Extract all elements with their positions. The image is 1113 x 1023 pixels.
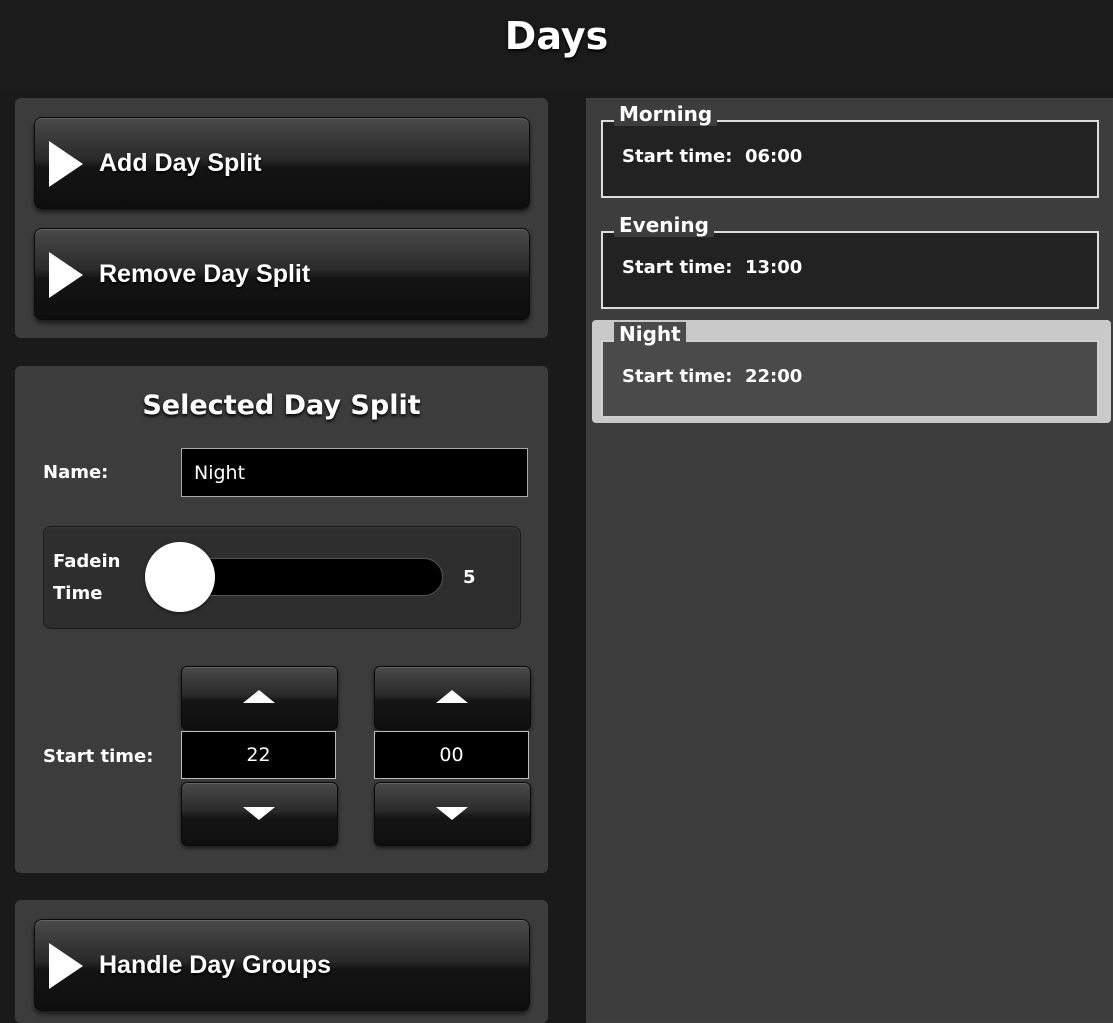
day-split-start: Start time: 13:00 <box>622 257 802 278</box>
add-day-split-label: Add Day Split <box>99 149 262 177</box>
day-split-start-value: 06:00 <box>744 146 803 167</box>
day-split-start-value: 13:00 <box>744 257 803 278</box>
name-input[interactable] <box>181 448 528 497</box>
play-triangle-icon <box>49 252 83 298</box>
remove-day-split-label: Remove Day Split <box>99 260 311 288</box>
selected-day-split-title: Selected Day Split <box>142 390 421 421</box>
day-split-start: Start time: 22:00 <box>622 366 802 387</box>
play-triangle-icon <box>49 943 83 989</box>
minute-value[interactable]: 00 <box>374 731 529 779</box>
day-split-start: Start time: 06:00 <box>622 146 802 167</box>
play-triangle-icon <box>49 141 83 187</box>
fadein-slider-knob[interactable] <box>145 542 215 612</box>
day-split-item-morning[interactable]: Morning Start time: 06:00 <box>592 100 1111 203</box>
hour-value[interactable]: 22 <box>181 731 336 779</box>
triangle-up-icon <box>243 690 275 703</box>
triangle-down-icon <box>436 807 468 820</box>
header-bar: Days <box>0 0 1113 90</box>
day-split-start-label: Start time: <box>622 366 733 387</box>
start-time-label: Start time: <box>43 746 154 767</box>
fadein-value: 5 <box>463 567 476 588</box>
minute-down-button[interactable] <box>374 782 531 846</box>
hour-down-button[interactable] <box>181 782 338 846</box>
day-split-name: Night <box>614 322 686 346</box>
minute-up-button[interactable] <box>374 666 531 730</box>
day-split-name: Evening <box>614 213 714 237</box>
hour-up-button[interactable] <box>181 666 338 730</box>
day-split-name: Morning <box>614 102 718 126</box>
fadein-label-line1: Fadein <box>53 551 121 572</box>
day-split-start-value: 22:00 <box>744 366 803 387</box>
day-split-start-label: Start time: <box>622 146 733 167</box>
day-split-item-evening[interactable]: Evening Start time: 13:00 <box>592 211 1111 314</box>
add-day-split-button[interactable]: Add Day Split <box>34 117 530 209</box>
remove-day-split-button[interactable]: Remove Day Split <box>34 228 530 320</box>
page-title: Days <box>504 14 609 58</box>
handle-day-groups-button[interactable]: Handle Day Groups <box>34 919 530 1011</box>
fadein-label-line2: Time <box>53 583 103 604</box>
day-split-item-night[interactable]: Night Start time: 22:00 <box>592 320 1111 423</box>
triangle-down-icon <box>243 807 275 820</box>
day-split-start-label: Start time: <box>622 257 733 278</box>
handle-day-groups-label: Handle Day Groups <box>99 951 331 979</box>
name-label: Name: <box>43 462 109 483</box>
triangle-up-icon <box>436 690 468 703</box>
